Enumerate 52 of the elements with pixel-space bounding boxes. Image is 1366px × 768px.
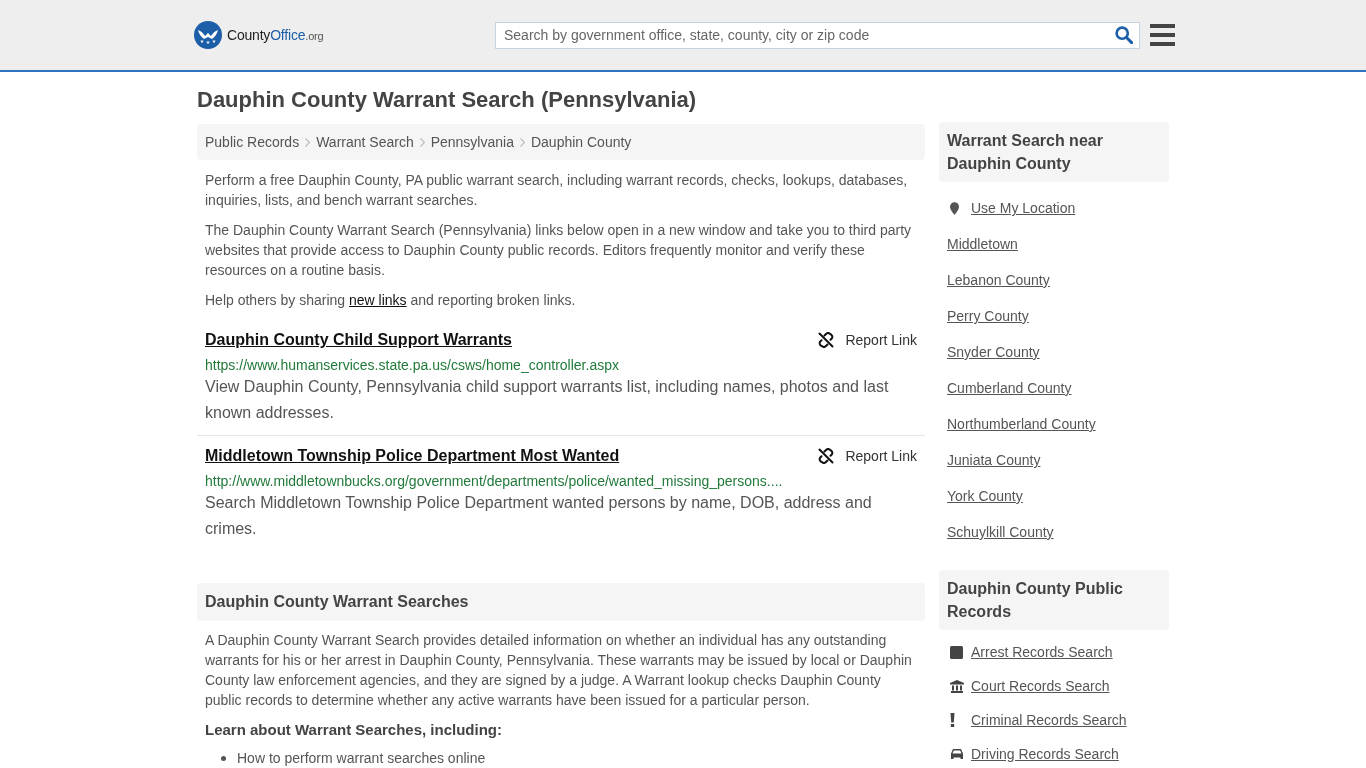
sidebar-link[interactable]: Use My Location: [971, 198, 1076, 218]
resource-description: Search Middletown Township Police Department wanted persons by name, DOB, address and crimes.: [205, 493, 873, 539]
courthouse-icon: [950, 679, 964, 693]
sidebar-link[interactable]: Court Records Search: [971, 677, 1110, 695]
car-icon: [950, 748, 964, 760]
bullet-text: How to perform warrant searches online: [237, 750, 486, 766]
logo-icon: [194, 21, 222, 49]
breadcrumb-link[interactable]: Warrant Search: [316, 131, 414, 153]
sidebar-link[interactable]: Lebanon County: [947, 270, 1050, 290]
sidebar-link[interactable]: Perry County: [947, 306, 1029, 326]
logo-link[interactable]: CountyOffice.org: [194, 21, 324, 49]
sidebar-link[interactable]: Middletown: [947, 234, 1018, 254]
chevron-icon: [519, 137, 525, 147]
broken-link-icon: [818, 448, 835, 464]
sidebar-heading: Dauphin County Public Records: [939, 570, 1169, 630]
breadcrumb-link[interactable]: Public Records: [205, 131, 300, 153]
menu-button[interactable]: [1150, 24, 1175, 46]
report-link[interactable]: Report Link: [818, 331, 917, 349]
resource-title-link[interactable]: Dauphin County Child Support Warrants: [205, 330, 512, 350]
chevron-icon: [305, 137, 311, 147]
intro-paragraph: Perform a free Dauphin County, PA public warrant search, including warrant records, checks, lookups, databases, inquiries, lists, and bench warrant searches.: [204, 171, 909, 210]
report-link[interactable]: Report Link: [818, 447, 917, 465]
resource-url: https://www.humanservices.state.pa.us/csws/home_controller.aspx: [205, 356, 620, 374]
sidebar-link[interactable]: Schuylkill County: [947, 522, 1054, 542]
sidebar-link[interactable]: Driving Records Search: [971, 745, 1119, 763]
sidebar-link[interactable]: Arrest Records Search: [971, 643, 1113, 661]
broken-link-icon: [818, 332, 835, 348]
sidebar-link[interactable]: Northumberland County: [947, 414, 1096, 434]
section-heading: Dauphin County Warrant Searches: [197, 583, 925, 621]
share-note: Help others by sharing new links and reporting broken links.: [204, 291, 577, 310]
new-links-link[interactable]: new links: [348, 292, 407, 308]
sidebar-link[interactable]: Criminal Records Search: [971, 711, 1127, 729]
chevron-icon: [419, 137, 425, 147]
square-icon: [950, 645, 963, 659]
breadcrumb-link[interactable]: Dauphin County: [530, 131, 632, 153]
section-paragraph: A Dauphin County Warrant Search provides detailed information on whether an individual has any outstanding warrants for his or her arrest in Dauphin County, Pennsylvania. These warrants may be issued by local or Dauphin County law enforcement agencies, and they are signed by a judge. A Warrant lookup checks Dauphin County public records to determine whether any active warrants have been issued for a particular person.: [204, 631, 913, 710]
menu-icon: [1150, 24, 1175, 46]
breadcrumb-link[interactable]: Pennsylvania: [430, 131, 514, 153]
sidebar-link[interactable]: Snyder County: [947, 342, 1040, 362]
resource-title-link[interactable]: Middletown Township Police Department Most Wanted: [205, 446, 620, 466]
bullet-icon: [221, 755, 226, 761]
sidebar-link[interactable]: Cumberland County: [947, 378, 1072, 398]
resource-url: http://www.middletownbucks.org/government/departments/police/wanted_missing_persons....: [205, 472, 784, 490]
sidebar-link[interactable]: York County: [947, 486, 1023, 506]
intro-paragraph: The Dauphin County Warrant Search (Pennsylvania) links below open in a new window and take you to third party websites that provide access to Dauphin County public records. Editors frequently monitor and verify these resources on a routine basis.: [204, 221, 913, 280]
exclamation-icon: [950, 713, 955, 727]
section-subheading: Learn about Warrant Searches, including:: [204, 720, 503, 740]
resource-description: View Dauphin County, Pennsylvania child support warrants list, including names, photos and last known addresses.: [205, 377, 890, 423]
sidebar-link[interactable]: Juniata County: [947, 450, 1041, 470]
page-title: Dauphin County Warrant Search (Pennsylvania): [197, 87, 698, 113]
location-pin-icon: [950, 201, 959, 215]
sidebar-heading: Warrant Search near Dauphin County: [939, 122, 1169, 182]
